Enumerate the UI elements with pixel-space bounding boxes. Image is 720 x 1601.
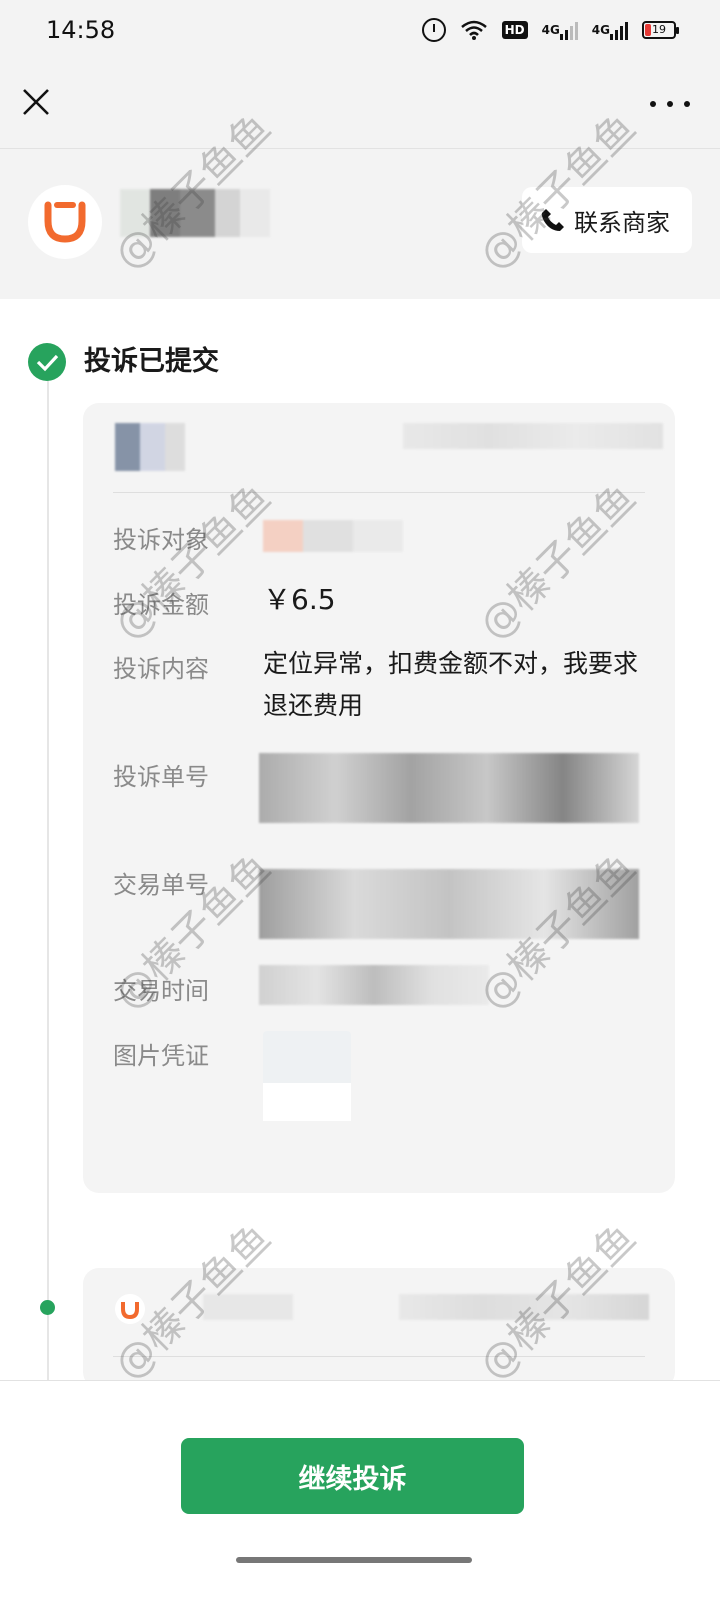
hd-icon: HD [501, 21, 528, 39]
merchant-reply-card [83, 1268, 675, 1388]
merchant-reply-name [203, 1294, 293, 1320]
order-summary [93, 423, 663, 473]
more-dot [667, 101, 673, 107]
image-proof-thumbnail[interactable] [263, 1031, 351, 1121]
order-thumb [115, 423, 185, 471]
continue-complaint-button[interactable]: 继续投诉 [181, 1438, 524, 1514]
timeline-dot [40, 1300, 55, 1315]
status-icons: HD 4G 4G 19 [421, 18, 679, 42]
phone-icon [541, 209, 564, 231]
nav-bar [0, 64, 720, 149]
label-complaint-amount: 投诉金额 [113, 591, 209, 619]
value-complaint-number [259, 753, 639, 823]
merchant-small-logo [115, 1294, 145, 1324]
signal-icon: 4G [542, 20, 578, 40]
home-indicator [236, 1557, 472, 1563]
status-time: 14:58 [46, 16, 116, 44]
label-complaint-content: 投诉内容 [113, 655, 209, 683]
signal-label-2: 4G [591, 23, 610, 37]
wifi-icon [460, 19, 488, 41]
value-complaint-amount: ￥6.5 [263, 583, 336, 616]
contact-merchant-button[interactable]: 联系商家 [522, 187, 692, 253]
step-title: 投诉已提交 [84, 346, 219, 377]
divider [113, 1356, 645, 1357]
label-transaction-time: 交易时间 [113, 977, 209, 1005]
close-icon[interactable] [18, 84, 54, 120]
label-complaint-number: 投诉单号 [113, 763, 209, 791]
signal-label: 4G [541, 23, 560, 37]
value-transaction-time [259, 965, 489, 1005]
battery-icon: 19 [642, 21, 679, 39]
bottom-action-bar: 继续投诉 [0, 1380, 720, 1601]
alarm-icon [421, 18, 446, 42]
value-transaction-number [259, 869, 639, 939]
value-complaint-target [263, 520, 403, 552]
contact-label: 联系商家 [574, 208, 670, 237]
signal-icon-2: 4G [592, 20, 628, 40]
order-title [403, 423, 663, 449]
value-complaint-content: 定位异常，扣费金额不对，我要求退还费用 [263, 649, 639, 720]
more-dot [684, 101, 690, 107]
label-transaction-number: 交易单号 [113, 871, 209, 899]
check-icon [28, 343, 66, 381]
merchant-logo [28, 185, 102, 259]
merchant-reply-time [399, 1294, 649, 1320]
complaint-detail-card: 投诉对象 投诉金额 ￥6.5 投诉内容 定位异常，扣费金额不对，我要求退还费用 … [83, 403, 675, 1193]
timeline-line [47, 370, 49, 1380]
more-icon[interactable] [650, 92, 690, 116]
status-bar: 14:58 HD 4G 4G 19 [0, 0, 720, 64]
label-complaint-target: 投诉对象 [113, 526, 209, 554]
merchant-header: 联系商家 [0, 149, 720, 299]
divider [113, 492, 645, 493]
merchant-name [120, 189, 270, 237]
label-image-proof: 图片凭证 [113, 1042, 209, 1070]
more-dot [650, 101, 656, 107]
